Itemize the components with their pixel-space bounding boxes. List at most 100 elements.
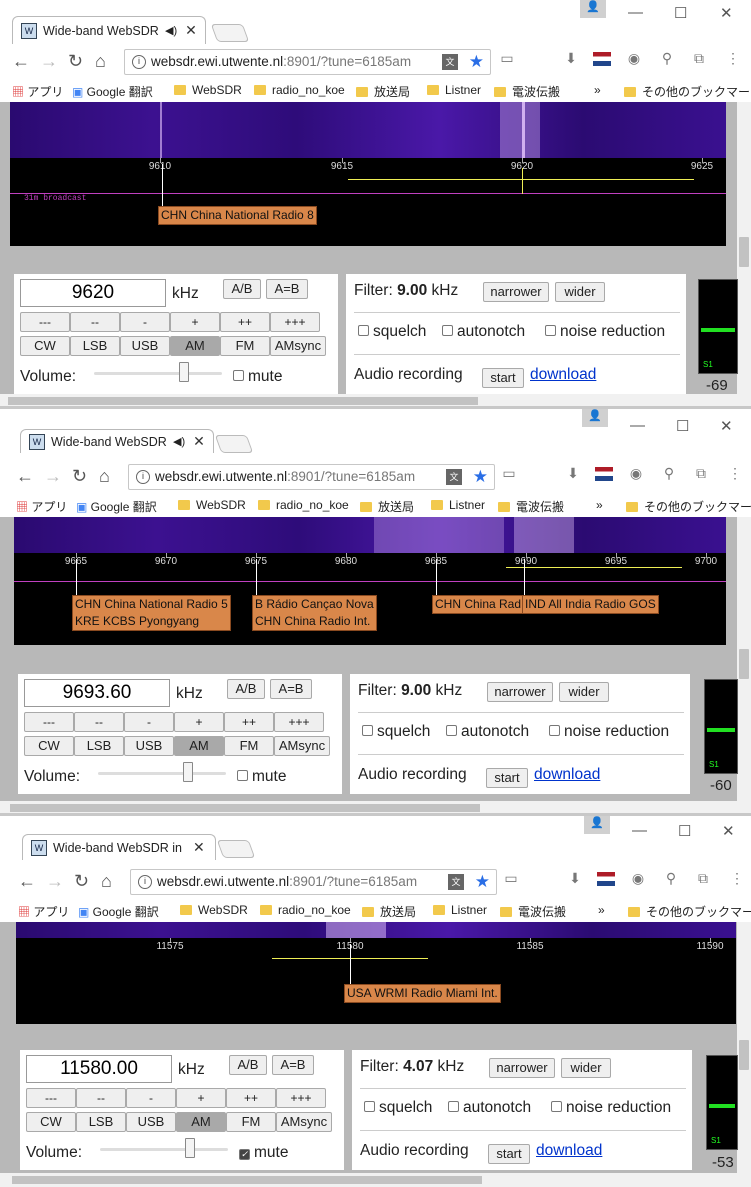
extension-icon[interactable]: ⧉ bbox=[692, 465, 710, 483]
checkbox-icon[interactable] bbox=[362, 725, 373, 736]
record-start-button[interactable]: start bbox=[488, 1144, 530, 1164]
extension-icon[interactable]: ◉ bbox=[627, 465, 645, 483]
step-up-3-button[interactable]: +++ bbox=[270, 312, 320, 332]
station-label[interactable]: B Rádio Cançao Nova CHN China Radio Int. bbox=[252, 595, 377, 631]
mode-lsb-button[interactable]: LSB bbox=[70, 336, 120, 356]
extension-icon[interactable]: ⬇ bbox=[566, 870, 584, 888]
close-tab-icon[interactable]: ✕ bbox=[185, 22, 197, 39]
info-icon[interactable]: i bbox=[136, 470, 150, 484]
bookmark-websdr[interactable]: WebSDR bbox=[178, 498, 246, 512]
step-down-3-button[interactable]: --- bbox=[26, 1088, 76, 1108]
aeqb-button[interactable]: A=B bbox=[272, 1055, 314, 1075]
frequency-scale[interactable]: 11575 11580 11585 11590 USA WRMI Radio M… bbox=[16, 938, 736, 1024]
star-icon[interactable]: ★ bbox=[469, 50, 484, 74]
bookmarks-overflow[interactable]: » bbox=[594, 83, 601, 97]
menu-icon[interactable]: ⋮ bbox=[728, 870, 746, 888]
frequency-scale[interactable]: 9610 9615 9620 9625 31m broadcast CHN Ch… bbox=[10, 158, 726, 246]
waterfall[interactable] bbox=[16, 922, 736, 938]
step-down-3-button[interactable]: --- bbox=[20, 312, 70, 332]
wider-button[interactable]: wider bbox=[561, 1058, 611, 1078]
mode-am-button[interactable]: AM bbox=[170, 336, 220, 356]
info-icon[interactable]: i bbox=[138, 875, 152, 889]
checkbox-icon[interactable] bbox=[237, 770, 248, 781]
profile-icon[interactable]: 👤 bbox=[584, 816, 610, 834]
flag-nl-icon[interactable] bbox=[595, 467, 613, 481]
bookmark-housoukyoku[interactable]: 放送局 bbox=[356, 83, 410, 100]
volume-slider-thumb[interactable] bbox=[183, 762, 193, 782]
minimize-icon[interactable]: — bbox=[630, 417, 645, 434]
address-bar[interactable]: i websdr.ewi.utwente.nl:8901/?tune=6185a… bbox=[130, 869, 497, 895]
squelch-checkbox[interactable]: squelch bbox=[358, 323, 426, 341]
aeqb-button[interactable]: A=B bbox=[270, 679, 312, 699]
frequency-input[interactable]: 9620 bbox=[20, 279, 166, 307]
mode-usb-button[interactable]: USB bbox=[126, 1112, 176, 1132]
maximize-icon[interactable]: ☐ bbox=[678, 822, 691, 840]
home-icon[interactable]: ⌂ bbox=[99, 466, 110, 487]
translate-icon[interactable]: 文 bbox=[442, 54, 458, 70]
vertical-scrollbar[interactable] bbox=[737, 102, 751, 394]
bookmark-denpa[interactable]: 電波伝搬 bbox=[498, 498, 564, 515]
browser-tab[interactable]: W Wide-band WebSDR ◀) ✕ bbox=[12, 16, 206, 44]
flag-nl-icon[interactable] bbox=[593, 52, 611, 66]
volume-slider-thumb[interactable] bbox=[179, 362, 189, 382]
extension-icon[interactable]: ⧉ bbox=[690, 50, 708, 68]
checkbox-icon[interactable] bbox=[364, 1101, 375, 1112]
download-link[interactable]: download bbox=[534, 766, 600, 784]
bookmark-radio-no-koe[interactable]: radio_no_koe bbox=[258, 498, 349, 512]
bookmarks-overflow[interactable]: » bbox=[596, 498, 603, 512]
autonotch-checkbox[interactable]: autonotch bbox=[448, 1099, 531, 1117]
wider-button[interactable]: wider bbox=[555, 282, 605, 302]
new-tab-button[interactable] bbox=[214, 435, 254, 453]
step-down-1-button[interactable]: - bbox=[120, 312, 170, 332]
close-tab-icon[interactable]: ✕ bbox=[193, 433, 205, 450]
bookmark-google-translate[interactable]: ▣ Google 翻訳 bbox=[72, 83, 153, 100]
bookmark-apps[interactable]: ▦ アプリ bbox=[18, 903, 69, 920]
cast-icon[interactable]: ▭ bbox=[500, 465, 518, 483]
step-up-3-button[interactable]: +++ bbox=[276, 1088, 326, 1108]
bookmark-denpa[interactable]: 電波伝搬 bbox=[494, 83, 560, 100]
close-tab-icon[interactable]: ✕ bbox=[193, 839, 205, 856]
ab-button[interactable]: A/B bbox=[229, 1055, 267, 1075]
checkbox-icon[interactable] bbox=[551, 1101, 562, 1112]
mute-checkbox[interactable]: ✓ mute bbox=[239, 1144, 288, 1162]
translate-icon[interactable]: 文 bbox=[448, 874, 464, 890]
profile-icon[interactable]: 👤 bbox=[580, 0, 606, 18]
step-up-2-button[interactable]: ++ bbox=[220, 312, 270, 332]
download-link[interactable]: download bbox=[536, 1142, 602, 1160]
cast-icon[interactable]: ▭ bbox=[498, 50, 516, 68]
bookmark-apps[interactable]: ▦ アプリ bbox=[12, 83, 63, 100]
close-window-icon[interactable]: ✕ bbox=[720, 417, 733, 435]
bookmark-google-translate[interactable]: ▣ Google 翻訳 bbox=[78, 903, 159, 920]
address-bar[interactable]: i websdr.ewi.utwente.nl:8901/?tune=6185a… bbox=[124, 49, 491, 75]
bookmark-listner[interactable]: Listner bbox=[427, 83, 481, 97]
audio-playing-icon[interactable]: ◀) bbox=[173, 435, 185, 448]
station-label[interactable]: CHN China Rad bbox=[432, 595, 524, 614]
passband[interactable] bbox=[506, 567, 682, 581]
mode-fm-button[interactable]: FM bbox=[224, 736, 274, 756]
squelch-checkbox[interactable]: squelch bbox=[364, 1099, 432, 1117]
info-icon[interactable]: i bbox=[132, 55, 146, 69]
bookmark-other[interactable]: その他のブックマーク bbox=[626, 498, 751, 515]
maximize-icon[interactable]: ☐ bbox=[676, 417, 689, 435]
bookmark-websdr[interactable]: WebSDR bbox=[174, 83, 242, 97]
reload-icon[interactable]: ↻ bbox=[68, 51, 83, 72]
audio-playing-icon[interactable]: ◀) bbox=[165, 24, 177, 37]
close-window-icon[interactable]: ✕ bbox=[722, 822, 735, 840]
mode-am-button[interactable]: AM bbox=[174, 736, 224, 756]
mode-amsync-button[interactable]: AMsync bbox=[274, 736, 330, 756]
extension-icon[interactable]: ⚲ bbox=[660, 465, 678, 483]
star-icon[interactable]: ★ bbox=[473, 465, 488, 489]
noise-reduction-checkbox[interactable]: noise reduction bbox=[549, 723, 669, 741]
back-arrow-icon[interactable]: ← bbox=[12, 51, 30, 72]
mode-cw-button[interactable]: CW bbox=[24, 736, 74, 756]
bookmark-housoukyoku[interactable]: 放送局 bbox=[360, 498, 414, 515]
volume-slider-thumb[interactable] bbox=[185, 1138, 195, 1158]
flag-nl-icon[interactable] bbox=[597, 872, 615, 886]
mode-usb-button[interactable]: USB bbox=[124, 736, 174, 756]
step-down-3-button[interactable]: --- bbox=[24, 712, 74, 732]
waterfall[interactable] bbox=[14, 517, 726, 553]
extension-icon[interactable]: ⚲ bbox=[662, 870, 680, 888]
noise-reduction-checkbox[interactable]: noise reduction bbox=[545, 323, 665, 341]
close-window-icon[interactable]: ✕ bbox=[720, 4, 733, 22]
extension-icon[interactable]: ⬇ bbox=[564, 465, 582, 483]
